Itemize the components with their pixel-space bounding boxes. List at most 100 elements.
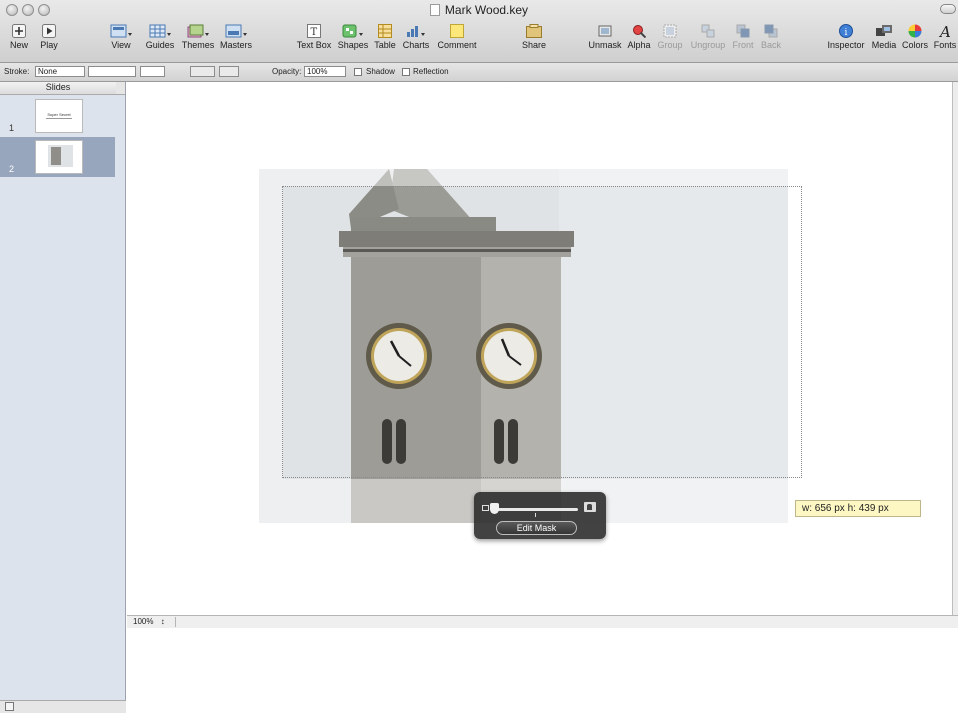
comment-button[interactable]: Comment — [436, 24, 478, 50]
guides-icon — [149, 24, 171, 38]
front-label: Front — [732, 40, 754, 50]
group-button[interactable]: Group — [655, 24, 685, 50]
reflection-label: Reflection — [413, 67, 449, 76]
themes-icon — [187, 24, 209, 38]
line-endpoints-button[interactable] — [190, 66, 215, 77]
masters-icon — [225, 24, 247, 38]
mask-boundary[interactable] — [282, 186, 802, 478]
document-icon — [429, 4, 440, 16]
colors-label: Colors — [901, 40, 928, 50]
guides-button[interactable]: Guides — [143, 24, 177, 50]
stroke-pattern-popup[interactable] — [88, 66, 136, 77]
navigator-view-popup[interactable] — [5, 702, 14, 711]
svg-text:i: i — [845, 28, 848, 38]
inspector-button[interactable]: i Inspector — [823, 24, 869, 50]
format-bar: Stroke: None Opacity: 100% Shadow Reflec… — [0, 63, 958, 82]
slide-thumbnail-2[interactable]: 2 — [0, 137, 115, 177]
toolbar-toggle-button[interactable] — [940, 4, 956, 14]
charts-label: Charts — [402, 40, 430, 50]
vertical-scrollbar[interactable] — [952, 82, 958, 627]
shapes-button[interactable]: Shapes — [337, 24, 369, 50]
reflection-checkbox[interactable] — [402, 68, 410, 76]
share-button[interactable]: Share — [519, 24, 549, 50]
plus-icon — [12, 24, 26, 38]
media-button[interactable]: Media — [869, 24, 899, 50]
slide-number: 2 — [9, 164, 15, 174]
unmask-icon — [598, 25, 612, 37]
navigator-footer — [0, 700, 126, 713]
back-button[interactable]: Back — [758, 24, 784, 50]
unmask-button[interactable]: Unmask — [585, 24, 625, 50]
themes-label: Themes — [181, 40, 215, 50]
view-icon — [110, 24, 132, 38]
media-label: Media — [871, 40, 897, 50]
shapes-label: Shapes — [337, 40, 369, 50]
large-image-icon — [584, 502, 596, 512]
magic-wand-icon — [633, 25, 646, 38]
charts-icon — [407, 26, 425, 37]
stroke-color-well[interactable] — [140, 66, 165, 77]
image-size-slider[interactable] — [493, 508, 578, 511]
new-label: New — [9, 40, 28, 50]
media-icon — [876, 25, 892, 36]
window-title: Mark Wood.key — [0, 3, 958, 17]
share-label: Share — [521, 40, 547, 50]
alpha-button[interactable]: Alpha — [626, 24, 652, 50]
bring-front-icon — [736, 24, 750, 38]
zoom-popup[interactable]: 100% ↕ — [133, 617, 176, 627]
thumb-photo — [48, 145, 73, 167]
view-button[interactable]: View — [106, 24, 136, 50]
text-box-icon: T — [307, 24, 321, 38]
size-tooltip: w: 656 px h: 439 px — [795, 500, 921, 517]
send-back-icon — [764, 24, 778, 38]
font-icon: A — [938, 24, 951, 38]
shadow-checkbox[interactable] — [354, 68, 362, 76]
color-wheel-icon — [908, 24, 922, 38]
stroke-value: None — [38, 67, 58, 76]
navigator-splitter[interactable] — [116, 82, 125, 95]
opacity-popup[interactable]: 100% — [304, 66, 346, 77]
colors-button[interactable]: Colors — [900, 24, 930, 50]
zoom-value: 100% — [133, 617, 154, 626]
small-image-icon — [482, 505, 489, 511]
opacity-value: 100% — [307, 67, 328, 76]
caption-underline — [46, 118, 72, 119]
opacity-label: Opacity: — [272, 67, 302, 76]
slider-thumb[interactable] — [490, 503, 499, 514]
shapes-icon — [342, 24, 363, 38]
themes-button[interactable]: Themes — [180, 24, 216, 50]
back-label: Back — [760, 40, 781, 50]
charts-button[interactable]: Charts — [401, 24, 431, 50]
presenter-notes[interactable] — [127, 628, 958, 712]
slide-thumbnail-1[interactable]: 1 Super Secret — [0, 96, 115, 136]
play-icon — [42, 24, 56, 38]
stroke-style-popup[interactable]: None — [35, 66, 85, 77]
slide-caption: Super Secret — [47, 112, 71, 117]
popup-arrows-icon: ↕ — [160, 617, 165, 626]
thumb-tower — [51, 147, 61, 165]
text-box-button[interactable]: T Text Box — [295, 24, 333, 50]
svg-text:A: A — [938, 24, 951, 38]
shadow-label: Shadow — [366, 67, 395, 76]
inspector-label: Inspector — [827, 40, 865, 50]
mask-size-hud: Edit Mask — [474, 492, 606, 539]
guides-label: Guides — [145, 40, 175, 50]
line-width-button[interactable] — [219, 66, 239, 77]
share-icon — [526, 24, 542, 38]
table-button[interactable]: Table — [373, 24, 397, 50]
group-label: Group — [657, 40, 683, 50]
text-box-label: Text Box — [296, 40, 332, 50]
play-button[interactable]: Play — [36, 24, 62, 50]
ungroup-button[interactable]: Ungroup — [688, 24, 728, 50]
ungroup-icon — [701, 24, 715, 38]
play-label: Play — [40, 40, 58, 50]
new-slide-button[interactable]: New — [6, 24, 32, 50]
unmask-label: Unmask — [588, 40, 622, 50]
table-icon — [378, 24, 392, 38]
svg-text:T: T — [311, 27, 318, 38]
group-icon — [663, 24, 677, 38]
front-button[interactable]: Front — [730, 24, 756, 50]
edit-mask-button[interactable]: Edit Mask — [496, 521, 577, 535]
fonts-button[interactable]: A Fonts — [932, 24, 958, 50]
masters-button[interactable]: Masters — [218, 24, 254, 50]
